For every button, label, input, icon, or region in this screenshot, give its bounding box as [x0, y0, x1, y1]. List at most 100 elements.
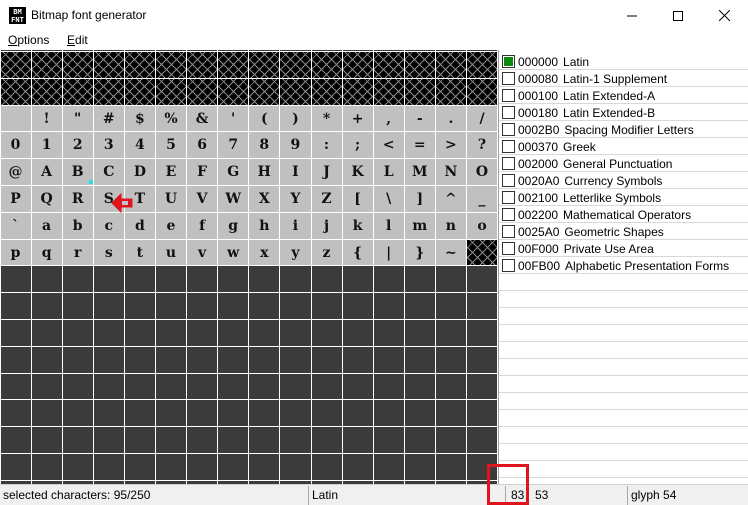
glyph-cell[interactable]: 3: [93, 132, 125, 159]
glyph-cell[interactable]: p: [0, 239, 31, 266]
glyph-cell[interactable]: }: [404, 239, 436, 266]
glyph-cell[interactable]: 0: [0, 132, 31, 159]
glyph-cell[interactable]: :: [311, 132, 342, 159]
glyph-cell[interactable]: w: [217, 239, 249, 266]
glyph-cell[interactable]: 8: [248, 132, 280, 159]
glyph-cell[interactable]: E: [155, 159, 187, 186]
glyph-cell-empty[interactable]: [31, 78, 63, 105]
glyph-cell[interactable]: A: [31, 159, 63, 186]
range-checkbox[interactable]: [502, 208, 515, 221]
glyph-cell[interactable]: ,: [373, 105, 405, 132]
glyph-cell-empty[interactable]: [279, 78, 311, 105]
glyph-cell-empty[interactable]: [217, 78, 249, 105]
glyph-cell[interactable]: u: [155, 239, 187, 266]
glyph-cell[interactable]: j: [311, 212, 342, 239]
glyph-cell[interactable]: z: [311, 239, 342, 266]
glyph-cell-empty[interactable]: [373, 78, 405, 105]
range-item[interactable]: 000080 Latin-1 Supplement: [499, 70, 748, 87]
glyph-cell[interactable]: K: [342, 159, 374, 186]
glyph-cell[interactable]: &: [186, 105, 218, 132]
glyph-cell[interactable]: 7: [217, 132, 249, 159]
unicode-range-list[interactable]: 000000 Latin 000080 Latin-1 Supplement 00010…: [498, 50, 748, 484]
glyph-cell[interactable]: l: [373, 212, 405, 239]
glyph-cell[interactable]: %: [155, 105, 187, 132]
glyph-cell[interactable]: 5: [155, 132, 187, 159]
range-item[interactable]: 00F000 Private Use Area: [499, 240, 748, 257]
glyph-cell[interactable]: -: [404, 105, 436, 132]
glyph-cell[interactable]: 2: [62, 132, 94, 159]
glyph-cell[interactable]: f: [186, 212, 218, 239]
glyph-cell[interactable]: |: [373, 239, 405, 266]
glyph-cell[interactable]: ^: [435, 186, 467, 212]
glyph-cell[interactable]: 1: [31, 132, 63, 159]
glyph-cell[interactable]: X: [248, 186, 280, 212]
range-checkbox[interactable]: [502, 89, 515, 102]
glyph-cell[interactable]: W: [217, 186, 249, 212]
glyph-cell[interactable]: _: [466, 186, 498, 212]
glyph-cell[interactable]: .: [435, 105, 467, 132]
range-checkbox[interactable]: [502, 123, 515, 136]
glyph-cell[interactable]: y: [279, 239, 311, 266]
glyph-cell[interactable]: x: [248, 239, 280, 266]
glyph-cell-empty[interactable]: [466, 239, 498, 266]
glyph-cell[interactable]: V: [186, 186, 218, 212]
range-checkbox[interactable]: [502, 157, 515, 170]
menu-options[interactable]: Options: [8, 33, 49, 47]
glyph-cell[interactable]: 4: [124, 132, 156, 159]
glyph-cell[interactable]: D: [124, 159, 156, 186]
glyph-cell-empty[interactable]: [279, 52, 311, 78]
glyph-cell-empty[interactable]: [217, 52, 249, 78]
glyph-cell[interactable]: !: [31, 105, 63, 132]
glyph-cell-empty[interactable]: [124, 52, 156, 78]
glyph-cell[interactable]: a: [31, 212, 63, 239]
glyph-cell-empty[interactable]: [342, 78, 374, 105]
minimize-button[interactable]: [609, 0, 655, 31]
glyph-cell[interactable]: Q: [31, 186, 63, 212]
glyph-cell[interactable]: q: [31, 239, 63, 266]
glyph-cell-empty[interactable]: [311, 78, 342, 105]
glyph-cell[interactable]: e: [155, 212, 187, 239]
range-item[interactable]: 0025A0 Geometric Shapes: [499, 223, 748, 240]
glyph-cell-empty[interactable]: [0, 52, 31, 78]
range-item[interactable]: 0020A0 Currency Symbols: [499, 172, 748, 189]
glyph-cell[interactable]: 9: [279, 132, 311, 159]
glyph-cell[interactable]: b: [62, 212, 94, 239]
glyph-cell-empty[interactable]: [93, 78, 125, 105]
glyph-cell[interactable]: R: [62, 186, 94, 212]
close-button[interactable]: [701, 0, 747, 31]
range-item[interactable]: 000370 Greek: [499, 138, 748, 155]
range-item[interactable]: 00FB00 Alphabetic Presentation Forms: [499, 257, 748, 274]
glyph-cell[interactable]: ': [217, 105, 249, 132]
glyph-cell-empty[interactable]: [186, 78, 218, 105]
glyph-cell[interactable]: F: [186, 159, 218, 186]
glyph-cell[interactable]: m: [404, 212, 436, 239]
glyph-cell-empty[interactable]: [155, 78, 187, 105]
glyph-cell-empty[interactable]: [186, 52, 218, 78]
glyph-cell-empty[interactable]: [155, 52, 187, 78]
glyph-cell[interactable]: @: [0, 159, 31, 186]
glyph-cell[interactable]: [0, 105, 31, 132]
glyph-cell-empty[interactable]: [466, 52, 498, 78]
range-checkbox[interactable]: [502, 225, 515, 238]
glyph-cell[interactable]: ?: [466, 132, 498, 159]
glyph-cell[interactable]: `: [0, 212, 31, 239]
maximize-button[interactable]: [655, 0, 701, 31]
range-item[interactable]: 002200 Mathematical Operators: [499, 206, 748, 223]
range-checkbox[interactable]: [502, 191, 515, 204]
glyph-cell-empty[interactable]: [435, 52, 467, 78]
glyph-cell[interactable]: t: [124, 239, 156, 266]
glyph-cell-empty[interactable]: [404, 52, 436, 78]
glyph-cell[interactable]: h: [248, 212, 280, 239]
glyph-cell[interactable]: ": [62, 105, 94, 132]
glyph-cell[interactable]: k: [342, 212, 374, 239]
glyph-cell[interactable]: #: [93, 105, 125, 132]
glyph-cell[interactable]: ;: [342, 132, 374, 159]
glyph-cell[interactable]: M: [404, 159, 436, 186]
glyph-grid[interactable]: ! " # $% & '() * +, -./0 1 2 3 4 5 6 7 8 9:; < = >? @ A B C D E F G H…: [0, 50, 498, 484]
glyph-cell[interactable]: {: [342, 239, 374, 266]
glyph-cell-empty[interactable]: [373, 52, 405, 78]
glyph-cell[interactable]: 6: [186, 132, 218, 159]
range-checkbox[interactable]: [502, 55, 515, 68]
glyph-cell[interactable]: r: [62, 239, 94, 266]
glyph-cell[interactable]: s: [93, 239, 125, 266]
